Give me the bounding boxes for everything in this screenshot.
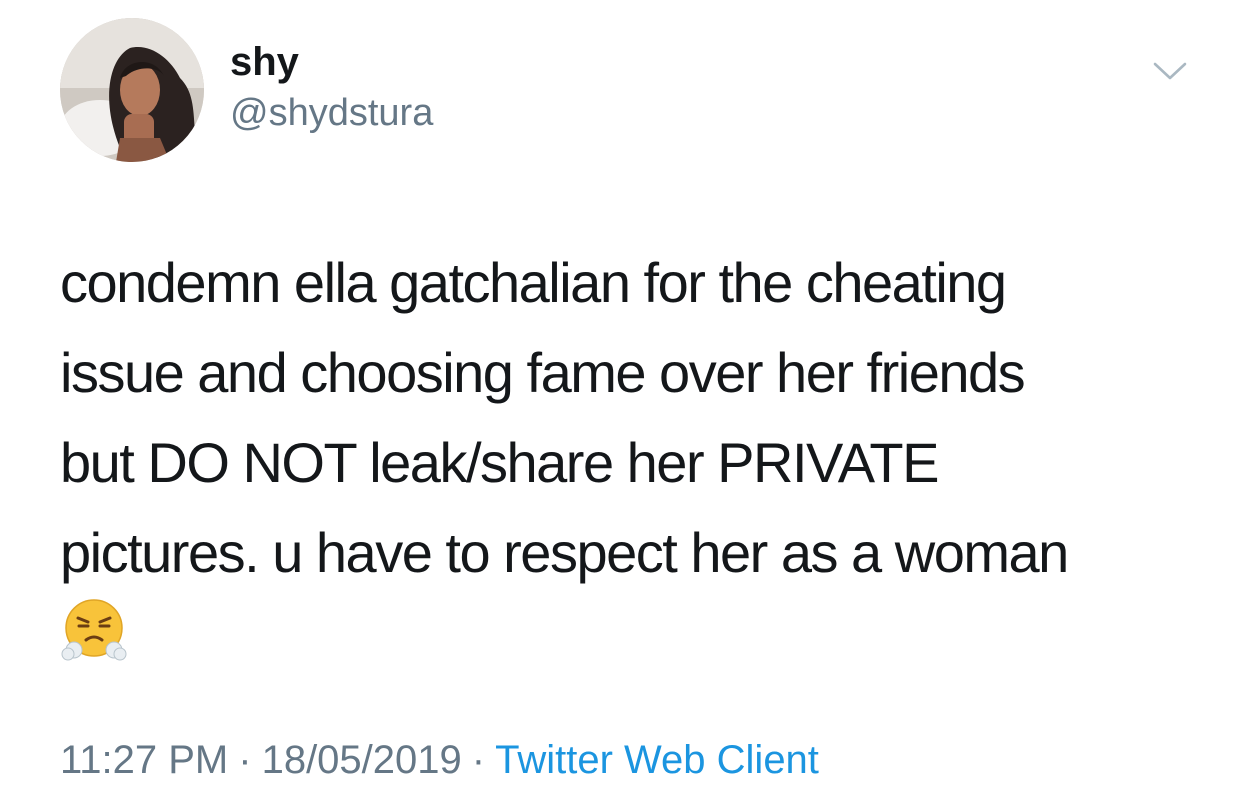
tweet-metadata: 11:27 PM · 18/05/2019 · Twitter Web Client (60, 736, 819, 784)
tweet-time[interactable]: 11:27 PM (60, 738, 228, 782)
meta-separator: · (238, 738, 252, 782)
tweet-text: condemn ella gatchalian for the cheating… (60, 251, 1069, 584)
display-name[interactable]: shy (230, 38, 299, 86)
tweet-source-link[interactable]: Twitter Web Client (495, 738, 819, 782)
meta-separator: · (471, 738, 486, 782)
face-with-steam-from-nose-icon (60, 596, 128, 664)
avatar-photo (60, 18, 204, 162)
avatar[interactable] (60, 18, 204, 162)
tweet-card: shy @shydstura condemn ella gatchalian f… (0, 0, 1242, 807)
chevron-down-icon[interactable] (1150, 56, 1190, 86)
tweet-date[interactable]: 18/05/2019 (262, 738, 462, 782)
user-handle[interactable]: @shydstura (230, 90, 433, 136)
